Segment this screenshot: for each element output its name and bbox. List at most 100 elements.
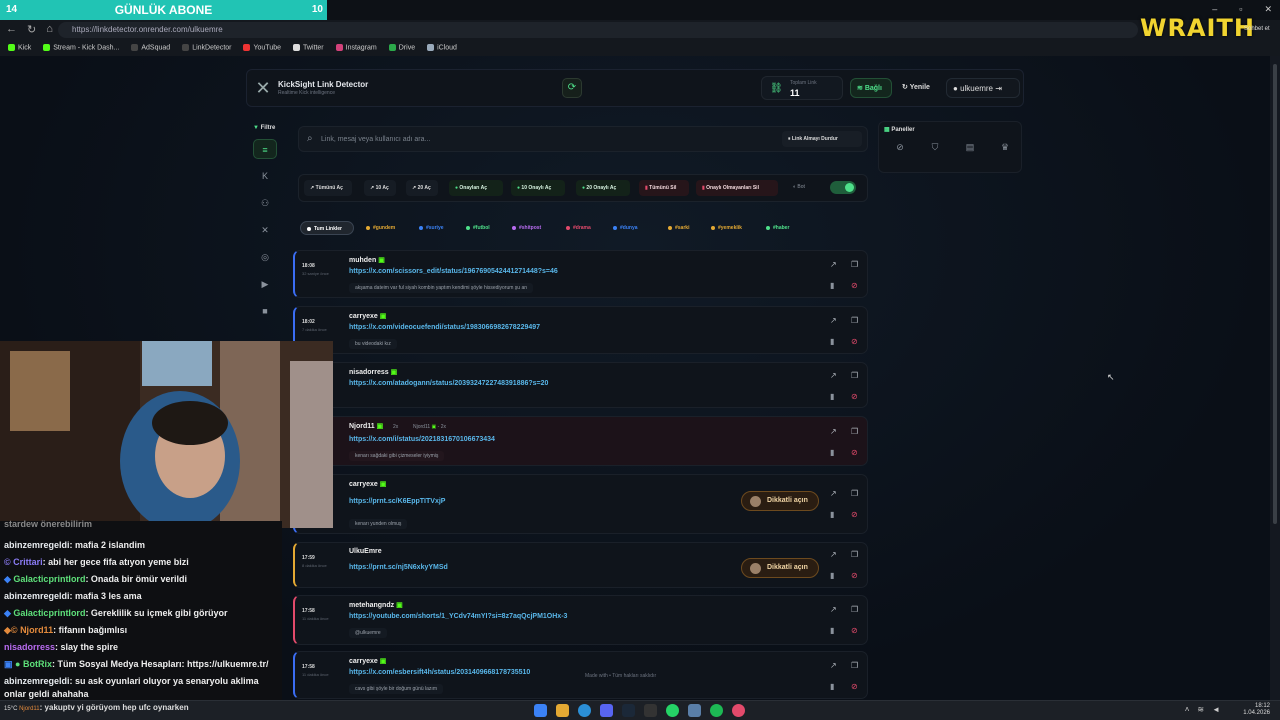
warning-open-button[interactable]: Dikkatli açın: [741, 558, 819, 578]
open-link-icon[interactable]: ↗: [830, 316, 837, 325]
delete-unapproved-button[interactable]: ▮ Onaylı Olmayanları Sil: [696, 180, 778, 196]
open-link-icon[interactable]: ↗: [830, 489, 837, 498]
panel-trophy-button[interactable]: ♛: [995, 142, 1015, 158]
steam-icon[interactable]: [622, 704, 635, 717]
scrollbar-thumb[interactable]: [1273, 64, 1277, 524]
copy-icon[interactable]: ❐: [851, 260, 858, 269]
ban-icon[interactable]: ⊘: [851, 281, 858, 290]
panel-ban-button[interactable]: ⊘: [890, 142, 910, 158]
copy-icon[interactable]: ❐: [851, 427, 858, 436]
open-10-button[interactable]: ↗ 10 Aç: [364, 180, 396, 196]
file-explorer-icon[interactable]: [556, 704, 569, 717]
tag-all[interactable]: Tum Linkler: [300, 221, 354, 235]
search-input[interactable]: Link, mesaj veya kullanıcı adı ara...: [321, 136, 430, 143]
bookmark-twitter[interactable]: Twitter: [293, 44, 324, 52]
delete-icon[interactable]: ▮: [830, 392, 834, 401]
link-url[interactable]: https://prnt.sc/nj5N6xkyYMSd: [349, 564, 448, 571]
ban-icon[interactable]: ⊘: [851, 682, 858, 691]
weather-widget[interactable]: 15°C Njord11: yakuptv yi görüyom hep ufc…: [4, 703, 189, 712]
link-url[interactable]: https://prnt.sc/K6EppTITVxjP: [349, 498, 445, 505]
filter-instagram-button[interactable]: ◎: [253, 247, 277, 267]
tag-shitpost[interactable]: #shitpost: [506, 221, 541, 235]
tag-haber[interactable]: #haber: [760, 221, 789, 235]
open-approved-button[interactable]: ● Onayları Aç: [449, 180, 503, 196]
ban-icon[interactable]: ⊘: [851, 626, 858, 635]
bookmark-linkdetector[interactable]: LinkDetector: [182, 44, 231, 52]
bookmark-adsquad[interactable]: AdSquad: [131, 44, 170, 52]
home-icon[interactable]: ⌂: [46, 23, 53, 36]
delete-icon[interactable]: ▮: [830, 682, 834, 691]
open-all-button[interactable]: ↗ Tümünü Aç: [304, 180, 352, 196]
tag-sarki[interactable]: #sarki: [662, 221, 689, 235]
link-card[interactable]: 18:02 7 dakika önce carryexe ▣ https://x…: [293, 306, 868, 354]
open-link-icon[interactable]: ↗: [830, 371, 837, 380]
ban-icon[interactable]: ⊘: [851, 571, 858, 580]
bookmark-stream[interactable]: Stream - Kick Dash...: [43, 44, 119, 52]
link-card-flagged[interactable]: Njord11 ▣ 2x Njord11 ▣ - 2x https://x.co…: [293, 416, 868, 466]
link-url[interactable]: https://x.com/scissors_edit/status/19676…: [349, 268, 558, 275]
copy-icon[interactable]: ❐: [851, 550, 858, 559]
whatsapp-icon[interactable]: [666, 704, 679, 717]
discord-icon[interactable]: [600, 704, 613, 717]
bot-toggle[interactable]: [830, 181, 856, 194]
stop-links-button[interactable]: ⏸ Link Almayı Durdur: [782, 131, 862, 147]
link-url[interactable]: https://x.com/esbersift4h/status/2031409…: [349, 669, 530, 676]
link-url[interactable]: https://youtube.com/shorts/1_YCdv74mYI?s…: [349, 613, 567, 620]
app-icon[interactable]: [732, 704, 745, 717]
copy-icon[interactable]: ❐: [851, 661, 858, 670]
ban-icon[interactable]: ⊘: [851, 448, 858, 457]
copy-icon[interactable]: ❐: [851, 489, 858, 498]
delete-icon[interactable]: ▮: [830, 337, 834, 346]
copy-icon[interactable]: ❐: [851, 605, 858, 614]
spotify-icon[interactable]: [710, 704, 723, 717]
open-link-icon[interactable]: ↗: [830, 661, 837, 670]
system-tray[interactable]: ˄ ≋ ◄: [1185, 705, 1220, 714]
delete-icon[interactable]: ▮: [830, 626, 834, 635]
back-icon[interactable]: ←: [6, 23, 17, 36]
delete-icon[interactable]: ▮: [830, 571, 834, 580]
warning-open-button[interactable]: Dikkatli açın: [741, 491, 819, 511]
copy-icon[interactable]: ❐: [851, 316, 858, 325]
link-card[interactable]: nisadorress ▣ https://x.com/atadogann/st…: [293, 362, 868, 408]
user-menu[interactable]: ● ulkuemre ⇥: [946, 78, 1020, 98]
tag-suriye[interactable]: #suriye: [413, 221, 444, 235]
filter-all-button[interactable]: ≡: [253, 139, 277, 159]
bookmark-youtube[interactable]: YouTube: [243, 44, 281, 52]
refresh-button[interactable]: ↻ Yenile: [898, 78, 940, 98]
link-card-own[interactable]: 17:59 8 dakika önce UlkuEmre https://prn…: [293, 542, 868, 588]
filter-youtube-button[interactable]: ▶: [253, 274, 277, 294]
link-url[interactable]: https://x.com/videocuefendi/status/19830…: [349, 324, 540, 331]
app-icon[interactable]: [688, 704, 701, 717]
copy-icon[interactable]: ❐: [851, 371, 858, 380]
url-input[interactable]: https://linkdetector.onrender.com/ulkuem…: [58, 22, 1138, 38]
terminal-icon[interactable]: [644, 704, 657, 717]
bookmark-kick[interactable]: Kick: [8, 44, 31, 52]
tag-drama[interactable]: #drama: [560, 221, 591, 235]
filter-x-button[interactable]: ✕: [253, 220, 277, 240]
delete-icon[interactable]: ▮: [830, 448, 834, 457]
delete-all-button[interactable]: ▮ Tümünü Sil: [639, 180, 689, 196]
reload-icon[interactable]: ↻: [27, 23, 36, 36]
open-link-icon[interactable]: ↗: [830, 550, 837, 559]
tag-dunya[interactable]: #dunya: [607, 221, 638, 235]
link-url[interactable]: https://x.com/i/status/20218316701066734…: [349, 436, 495, 443]
sync-button[interactable]: ⟳: [562, 78, 582, 98]
tag-futbol[interactable]: #futbol: [460, 221, 490, 235]
open-20-button[interactable]: ↗ 20 Aç: [406, 180, 438, 196]
panel-shield-button[interactable]: ⛉: [925, 142, 945, 158]
panel-archive-button[interactable]: ▤: [960, 142, 980, 158]
open-link-icon[interactable]: ↗: [830, 260, 837, 269]
edge-icon[interactable]: [578, 704, 591, 717]
clock[interactable]: 18:12 1.04.2026: [1243, 703, 1270, 717]
delete-icon[interactable]: ▮: [830, 281, 834, 290]
bookmark-instagram[interactable]: Instagram: [335, 44, 377, 52]
delete-icon[interactable]: ▮: [830, 510, 834, 519]
link-card[interactable]: 17:58 11 dakika önce carryexe ▣ https://…: [293, 651, 868, 699]
ban-icon[interactable]: ⊘: [851, 337, 858, 346]
open-link-icon[interactable]: ↗: [830, 427, 837, 436]
open-link-icon[interactable]: ↗: [830, 605, 837, 614]
open-20-approved-button[interactable]: ● 20 Onaylı Aç: [576, 180, 630, 196]
tag-gundem[interactable]: #gundem: [360, 221, 395, 235]
bookmark-drive[interactable]: Drive: [388, 44, 415, 52]
ban-icon[interactable]: ⊘: [851, 392, 858, 401]
